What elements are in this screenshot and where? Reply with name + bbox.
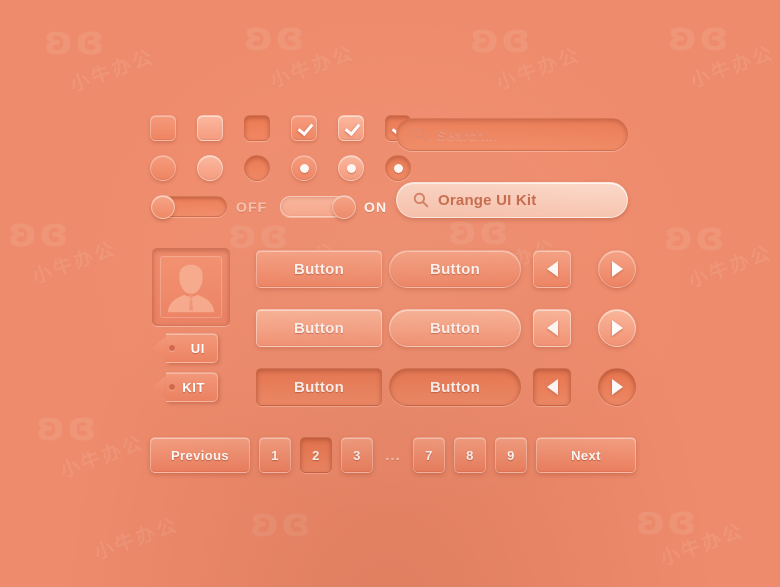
radio-selected-hover[interactable] <box>338 155 364 181</box>
avatar <box>152 248 230 326</box>
toggle-off-group: OFF <box>151 195 268 219</box>
watermark: ʚɞ <box>664 214 727 260</box>
button-rect-normal[interactable]: Button <box>256 250 382 288</box>
search-icon <box>413 192 429 208</box>
button-rect-hover[interactable]: Button <box>256 309 382 347</box>
checkbox-unchecked-normal[interactable] <box>150 115 176 141</box>
button-prev-square-pressed[interactable] <box>533 368 571 406</box>
pagination-next-button[interactable]: Next <box>536 437 636 473</box>
radio-unselected-pressed[interactable] <box>244 155 270 181</box>
button-prev-square-normal[interactable] <box>533 250 571 288</box>
watermark: ʚɞ <box>44 18 107 64</box>
toggle-on-group: ON <box>280 195 388 219</box>
pagination-page-2-active[interactable]: 2 <box>300 437 332 473</box>
radio-dot-icon <box>346 163 356 173</box>
pagination-page-7[interactable]: 7 <box>413 437 445 473</box>
watermark: 小牛办公 <box>67 45 158 97</box>
arrow-left-icon <box>546 261 558 277</box>
checkbox-checked-normal[interactable] <box>291 115 317 141</box>
arrow-left-icon <box>546 320 558 336</box>
radio-dot-icon <box>299 163 309 173</box>
toggle-off-label: OFF <box>236 198 268 215</box>
radio-dot-icon <box>393 163 403 173</box>
watermark: 小牛办公 <box>91 513 182 565</box>
pagination-previous-button[interactable]: Previous <box>150 437 250 473</box>
toggle-knob[interactable] <box>151 195 175 219</box>
checkbox-unchecked-pressed[interactable] <box>244 115 270 141</box>
radio-selected-pressed[interactable] <box>385 155 411 181</box>
pagination-page-1[interactable]: 1 <box>259 437 291 473</box>
check-icon <box>297 121 312 136</box>
watermark: ʚɞ <box>36 404 99 450</box>
tag-label: UI <box>190 340 205 356</box>
check-icon <box>344 121 359 136</box>
watermark: 小牛办公 <box>687 41 778 93</box>
pagination: Previous 1 2 3 ... 7 8 9 Next <box>150 437 636 473</box>
button-rect-pressed[interactable]: Button <box>256 368 382 406</box>
watermark: ʚɞ <box>470 16 533 62</box>
tag-hole-icon <box>169 345 175 351</box>
user-avatar-icon <box>167 264 215 313</box>
arrow-left-icon <box>546 379 558 395</box>
checkbox-unchecked-hover[interactable] <box>197 115 223 141</box>
watermark: 小牛办公 <box>29 237 120 289</box>
radio-selected-normal[interactable] <box>291 155 317 181</box>
toggle-knob[interactable] <box>332 195 356 219</box>
watermark: 小牛办公 <box>685 241 776 293</box>
search-field-inactive[interactable]: Search... <box>396 118 628 151</box>
toggle-on-label: ON <box>364 198 388 215</box>
watermark: ʚɞ <box>244 14 307 60</box>
button-next-circle-hover[interactable] <box>598 309 636 347</box>
toggle-switch-on[interactable] <box>280 195 356 219</box>
button-pill-hover[interactable]: Button <box>389 309 521 347</box>
pagination-page-8[interactable]: 8 <box>454 437 486 473</box>
watermark: 小牛办公 <box>57 431 148 483</box>
search-placeholder: Search... <box>437 126 498 143</box>
search-field-active[interactable]: Orange UI Kit <box>396 182 628 218</box>
radio-unselected-normal[interactable] <box>150 155 176 181</box>
avatar-inner <box>160 256 222 318</box>
button-next-circle-normal[interactable] <box>598 250 636 288</box>
watermark: ʚɞ <box>8 210 71 256</box>
watermark: ʚɞ <box>668 14 731 60</box>
watermark: 小牛办公 <box>657 519 748 571</box>
tag-ui[interactable]: UI <box>152 333 218 363</box>
watermark: ʚɞ <box>250 500 313 546</box>
checkbox-row <box>150 115 411 141</box>
radio-unselected-hover[interactable] <box>197 155 223 181</box>
checkbox-checked-hover[interactable] <box>338 115 364 141</box>
search-icon <box>413 127 428 142</box>
watermark: 小牛办公 <box>493 43 584 95</box>
arrow-right-icon <box>611 320 623 336</box>
button-pill-pressed[interactable]: Button <box>389 368 521 406</box>
arrow-right-icon <box>611 261 623 277</box>
pagination-page-3[interactable]: 3 <box>341 437 373 473</box>
watermark: ʚɞ <box>636 498 699 544</box>
tag-label: KIT <box>182 379 205 395</box>
button-next-circle-pressed[interactable] <box>598 368 636 406</box>
arrow-right-icon <box>611 379 623 395</box>
toggle-switch-off[interactable] <box>151 195 227 219</box>
search-input-value: Orange UI Kit <box>438 191 537 209</box>
tag-kit[interactable]: KIT <box>152 372 218 402</box>
button-pill-normal[interactable]: Button <box>389 250 521 288</box>
pagination-page-9[interactable]: 9 <box>495 437 527 473</box>
watermark: 小牛办公 <box>267 41 358 93</box>
radio-row <box>150 155 411 181</box>
pagination-ellipsis: ... <box>385 446 401 464</box>
button-prev-square-hover[interactable] <box>533 309 571 347</box>
tag-hole-icon <box>169 384 175 390</box>
